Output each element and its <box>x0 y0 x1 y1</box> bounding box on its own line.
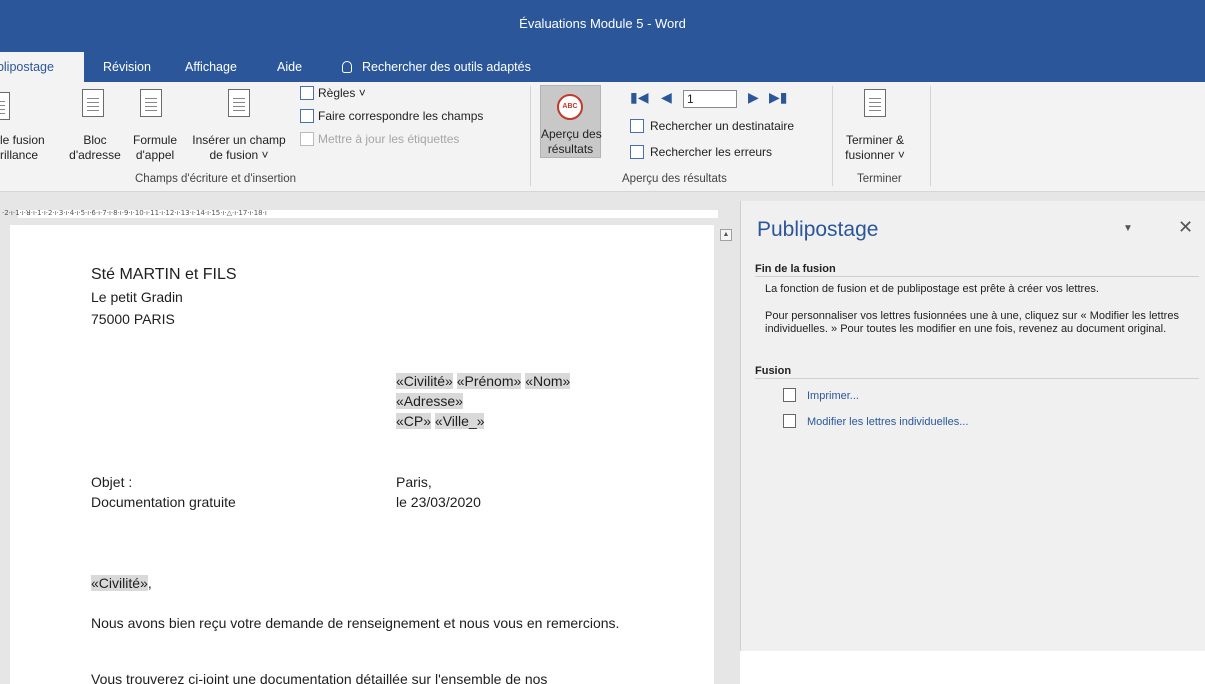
section-divider <box>755 276 1199 277</box>
pane-title: Publipostage <box>757 218 879 241</box>
fusion-button[interactable]: le fusion rillance <box>0 133 45 163</box>
place: Paris, <box>396 474 432 490</box>
section-divider <box>755 378 1199 379</box>
bloc-label-1: Bloc <box>83 133 107 147</box>
apercu-label-2: résultats <box>547 142 594 156</box>
bloc-label-2: d'adresse <box>69 148 121 162</box>
previous-record-icon[interactable]: ◀ <box>661 89 672 106</box>
lightbulb-icon <box>342 61 352 73</box>
ruler-ticks: ·2·ı·1·ı·ꓤ·ı·1·ı·2·ı·3·ı·4·ı·5·ı·6·ı·7·ı… <box>2 209 267 217</box>
tab-affichage[interactable]: Affichage <box>183 52 239 82</box>
terminer-label-1: Terminer & <box>845 133 904 147</box>
document-area[interactable]: Sté MARTIN et FILS Le petit Gradin 75000… <box>0 225 735 684</box>
ribbon: le fusion rillance Bloc d'adresse Formul… <box>0 82 1205 192</box>
group-separator <box>930 86 931 186</box>
group-separator <box>832 86 833 186</box>
abc-preview-icon: ABC <box>557 94 583 120</box>
scroll-up-arrow-icon[interactable]: ▲ <box>720 229 732 241</box>
insert-merge-field-button[interactable]: Insérer un champ de fusion ˅ <box>185 133 293 163</box>
check-errors-button[interactable]: Rechercher les erreurs <box>650 145 772 160</box>
group-label-fields: Champs d'écriture et d'insertion <box>135 173 296 185</box>
check-errors-icon <box>630 145 644 159</box>
pane-footer-area <box>740 651 1205 684</box>
find-recipient-button[interactable]: Rechercher un destinataire <box>650 119 794 134</box>
document-icon <box>0 92 10 120</box>
formule-label-2: d'appel <box>135 148 175 162</box>
objet-value: Documentation gratuite <box>91 494 236 510</box>
rules-icon <box>300 86 314 100</box>
mail-merge-pane: Publipostage ▼ ✕ Fin de la fusion La fon… <box>740 201 1205 651</box>
fusion-label-2: rillance <box>0 148 39 162</box>
pane-options-chevron-down-icon[interactable]: ▼ <box>1123 223 1133 234</box>
sender-address-2: 75000 PARIS <box>91 311 175 327</box>
match-fields-button[interactable]: Faire correspondre les champs <box>318 109 483 124</box>
edit-letters-icon <box>783 414 796 428</box>
first-record-icon[interactable]: ▮◀ <box>630 89 648 106</box>
update-labels-button[interactable]: Mettre à jour les étiquettes <box>318 132 459 147</box>
recipient-line-1: «Civilité» «Prénom» «Nom» <box>396 371 571 391</box>
finish-merge-icon <box>864 89 886 117</box>
insert-merge-field-icon <box>228 89 250 117</box>
tell-me-text: Rechercher des outils adaptés <box>362 60 531 74</box>
greeting-line-button[interactable]: Formule d'appel <box>127 133 183 163</box>
fusion-label-1: le fusion <box>0 133 45 147</box>
body-paragraph-1: Nous avons bien reçu votre demande de re… <box>91 615 620 631</box>
sender-name: Sté MARTIN et FILS <box>91 266 237 283</box>
inserer-label-1: Insérer un champ <box>192 133 286 147</box>
objet-label: Objet : <box>91 474 133 490</box>
window-title: Évaluations Module 5 - Word <box>519 16 686 31</box>
merge-field-ville[interactable]: «Ville_» <box>434 413 485 429</box>
salutation-comma: , <box>147 575 152 591</box>
tab-revision[interactable]: Révision <box>101 52 153 82</box>
merge-field-cp[interactable]: «CP» <box>396 413 432 429</box>
section-fusion: Fusion <box>755 365 792 377</box>
merge-field-adresse[interactable]: «Adresse» <box>396 393 463 409</box>
salutation: «Civilité», <box>91 573 152 593</box>
merge-field-civilite-salutation[interactable]: «Civilité» <box>91 575 148 591</box>
merge-field-nom[interactable]: «Nom» <box>525 373 571 389</box>
horizontal-ruler[interactable]: ·2·ı·1·ı·ꓤ·ı·1·ı·2·ı·3·ı·4·ı·5·ı·6·ı·7·ı… <box>0 201 735 225</box>
formule-label-1: Formule <box>132 133 177 147</box>
terminer-label-2: fusionner ˅ <box>845 148 905 162</box>
section-fin-fusion: Fin de la fusion <box>755 263 836 275</box>
group-label-finish: Terminer <box>857 173 902 185</box>
body-paragraph-2: Vous trouverez ci-joint une documentatio… <box>91 671 548 684</box>
match-fields-icon <box>300 109 314 123</box>
sender-address-1: Le petit Gradin <box>91 289 183 305</box>
greeting-line-icon <box>140 89 162 117</box>
address-block-button[interactable]: Bloc d'adresse <box>66 133 124 163</box>
pane-text-2: Pour personnaliser vos lettres fusionnée… <box>765 310 1179 335</box>
last-record-icon[interactable]: ▶▮ <box>769 89 787 106</box>
recipient-line-2: «Adresse» <box>396 391 463 411</box>
pane-text-1: La fonction de fusion et de publipostage… <box>765 283 1099 295</box>
apercu-label-1: Aperçu des <box>541 127 602 141</box>
tab-publipostage[interactable]: ublipostage <box>0 52 84 82</box>
close-icon[interactable]: ✕ <box>1178 217 1193 238</box>
inserer-label-2: de fusion ˅ <box>209 148 269 162</box>
address-block-icon <box>82 89 104 117</box>
title-bar: Évaluations Module 5 - Word <box>0 0 1205 52</box>
rules-button[interactable]: Règles ˅ <box>318 86 366 101</box>
date: le 23/03/2020 <box>396 494 481 510</box>
recipient-line-3: «CP» «Ville_» <box>396 411 485 431</box>
document-page[interactable]: Sté MARTIN et FILS Le petit Gradin 75000… <box>10 225 714 684</box>
merge-field-civilite[interactable]: «Civilité» <box>396 373 453 389</box>
ribbon-tabs: ublipostage Révision Affichage Aide Rech… <box>0 52 1205 82</box>
preview-results-button[interactable]: ABC Aperçu des résultats <box>540 85 602 158</box>
edit-individual-letters-link[interactable]: Modifier les lettres individuelles... <box>807 416 968 428</box>
find-recipient-icon <box>630 119 644 133</box>
printer-icon <box>783 388 796 402</box>
next-record-icon[interactable]: ▶ <box>748 89 759 106</box>
group-label-preview: Aperçu des résultats <box>622 173 727 185</box>
group-separator <box>530 86 531 186</box>
tab-aide[interactable]: Aide <box>275 52 304 82</box>
finish-merge-button[interactable]: Terminer & fusionner ˅ <box>836 133 914 163</box>
record-number-input[interactable]: 1 <box>683 90 737 108</box>
print-link[interactable]: Imprimer... <box>807 390 859 402</box>
tell-me-box[interactable]: Rechercher des outils adaptés <box>340 52 533 82</box>
merge-field-prenom[interactable]: «Prénom» <box>456 373 522 389</box>
update-labels-icon <box>300 132 314 146</box>
